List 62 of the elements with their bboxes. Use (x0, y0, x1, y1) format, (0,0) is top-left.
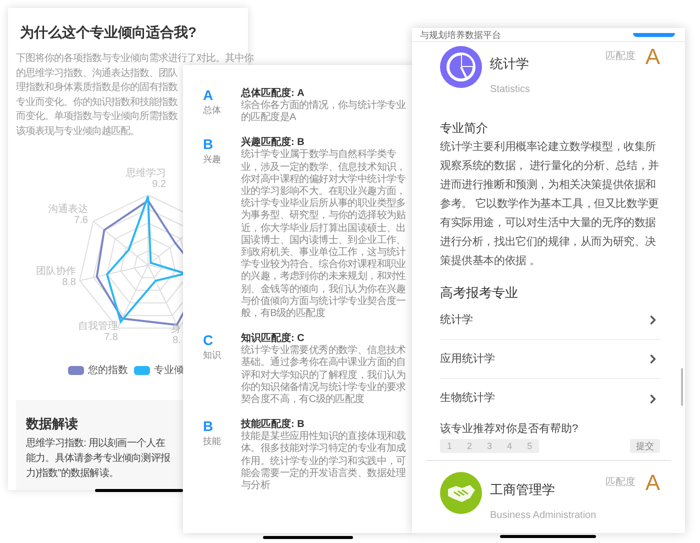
grade-label: 总体 (203, 104, 222, 117)
rating-option[interactable]: 2 (464, 440, 476, 452)
intro-text: 的思维学习指数、沟通表达指数、团队 (16, 66, 178, 80)
scroll-bar (681, 368, 683, 406)
major-list-item[interactable]: 生物统计学 (440, 379, 660, 418)
intro-text: 理指数和身体素质指数是你的固有指数 (16, 81, 178, 95)
intro-paragraph: 统计学主要利用概率论建立数学模型，收集所观察系统的数据， 进行量化的分析、总结，并进而进行推断和预测，为相关决策提供依据和参考。 它以数学作为基本工具，但又比数学更有实际用途，可以对生活中大量的无序的数据进行分析，找出它们的规律，从而为研究、决策提供基本的依据 。 (440, 140, 660, 269)
match-description: 统计学专业属于数学与自然科学类专业，涉及一定的数学、信息技术知识，你对高中课程的偏好对大学中统计学专业的学习影响不大。在职业兴趣方面，统计学专业毕业后所从事的职业类型多为事务型、研究型，与你的选择较为贴近，你大学毕业后打算出国读硕士、出国读博士、国内读博士、到企业工作、到政府机关、事业单位工作，这与统计学专业较为符合。综合你对课程和职业的兴趣，考虑到你的未来规划，和对性别、金钱等的倾向，我们认为你在兴趣与价值倾向方面与统计学专业契合度一般，有B级的匹配度 (241, 149, 407, 320)
axis-value: 8.8 (62, 277, 76, 288)
axis-label: 自我管理 (78, 321, 118, 332)
major-list-item[interactable]: 统计学 (440, 301, 660, 340)
rating-option[interactable]: 3 (484, 440, 496, 452)
axis-label: 身 (171, 324, 181, 335)
axis-value: 9.2 (152, 179, 166, 190)
major-name: 工商管理学 (490, 481, 555, 499)
match-title: 技能匹配度: B (241, 418, 306, 430)
section-title: 为什么这个专业倾向适合我? (20, 23, 197, 42)
match-description: 统计学专业需要优秀的数学、信息技术基础。通过参考你在高中课业方面的自评和对大学知识的了解程度，我们认为你的知识储备情况与统计学专业的要求契合度不高，有C级的匹配度 (241, 345, 407, 406)
legend-label: 专业倾 (154, 364, 184, 378)
grade-label: 知识 (203, 349, 222, 362)
grade-label: 技能 (203, 435, 222, 448)
rating-option[interactable]: 5 (524, 440, 536, 452)
match-title: 兴趣匹配度: B (241, 136, 306, 148)
rating-option[interactable]: 4 (504, 440, 516, 452)
major-list-item[interactable]: 应用统计学 (440, 340, 660, 379)
axis-label: 思维学习 (126, 168, 166, 179)
match-grade: A (645, 472, 660, 494)
grade-letter: A (203, 87, 214, 103)
match-label: 匹配度 (605, 476, 636, 490)
panel-text: 能力。具体请参考专业倾向测评报 (26, 452, 170, 466)
grade-letter: C (203, 332, 214, 348)
panel-text: 思维学习指数: 用以刻画一个人在 (26, 436, 166, 451)
axis-value: 7.8 (104, 332, 118, 343)
panel-title: 数据解读 (26, 415, 78, 433)
major-name: 统计学 (490, 55, 529, 73)
feedback-question: 该专业推荐对你是否有帮助? (440, 422, 580, 436)
legend-label: 您的指数 (88, 364, 128, 378)
intro-text: 专业而变化。你的知识指数和技能指数 (16, 96, 178, 110)
axis-value: 7.6 (74, 215, 88, 226)
panel-text: 力)指数"的数据解读。 (26, 466, 118, 481)
major-english-name: Business Administration (490, 508, 598, 522)
match-title: 知识匹配度: C (241, 332, 306, 344)
intro-text: 下图将你的各项指数与专业倾向需求进行了对比。其中你 (16, 52, 254, 66)
major-english-name: Statistics (490, 82, 532, 96)
match-description: 综合你各方面的情况，你与统计学专业的匹配度是A (241, 100, 407, 124)
rating-option[interactable]: 1 (444, 440, 456, 452)
intro-text: 而变化。单项指数与专业倾向所需指数 (16, 110, 178, 124)
grade-letter: B (203, 136, 214, 152)
match-label: 匹配度 (605, 50, 636, 64)
match-grade: A (645, 46, 660, 68)
intro-text: 该项表现与专业倾向越匹配。 (16, 124, 140, 138)
grade-label: 兴趣 (203, 153, 222, 166)
axis-label: 沟通表达 (48, 204, 88, 215)
axis-label: 团队协作 (36, 266, 76, 277)
section-title: 专业简介 (440, 120, 489, 136)
axis-value: 8. (172, 335, 181, 346)
grade-letter: B (203, 418, 214, 434)
match-title: 总体匹配度: A (241, 87, 306, 100)
header-button[interactable] (633, 32, 675, 36)
section-title: 高考报考专业 (440, 285, 519, 301)
match-description: 技能是某些应用性知识的直接体现和载体。很多技能对学习特定的专业有加成作用。统计学专业的学习和实践中，可能会需要一定的开发语言类、数据处理与分析 (241, 431, 407, 492)
header-text: 与规划培养数据平台 (420, 30, 501, 40)
